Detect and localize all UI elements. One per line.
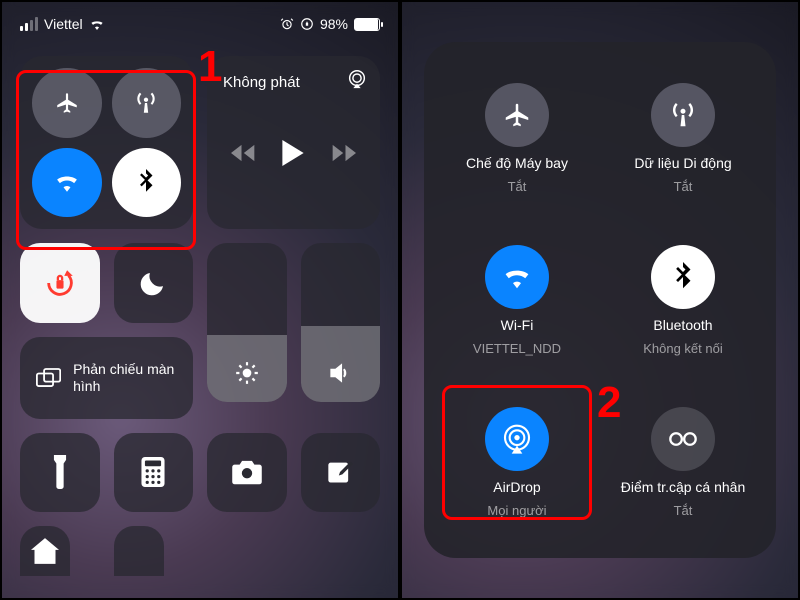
do-not-disturb-tile[interactable] bbox=[114, 243, 194, 323]
airplay-icon[interactable] bbox=[346, 68, 368, 90]
signal-icon bbox=[20, 17, 38, 31]
airplane-mode-toggle[interactable] bbox=[32, 68, 102, 138]
airplane-icon bbox=[54, 90, 80, 116]
control-center-screenshot-1: 1 Viettel 98% bbox=[0, 0, 400, 600]
flashlight-icon bbox=[51, 455, 69, 489]
airplane-mode-item[interactable]: Chế độ Máy bay Tắt bbox=[434, 60, 600, 216]
airplane-status: Tắt bbox=[508, 179, 527, 194]
compose-icon bbox=[326, 458, 354, 486]
hotspot-status: Tắt bbox=[674, 503, 693, 518]
notes-tile[interactable] bbox=[301, 433, 381, 513]
wifi-toggle[interactable] bbox=[32, 148, 102, 218]
speaker-icon bbox=[327, 360, 353, 386]
bluetooth-toggle[interactable] bbox=[112, 148, 182, 218]
hotspot-item[interactable]: Điểm tr.cập cá nhân Tắt bbox=[600, 384, 766, 540]
hotspot-label: Điểm tr.cập cá nhân bbox=[621, 479, 746, 495]
cellular-status: Tắt bbox=[674, 179, 693, 194]
airplane-label: Chế độ Máy bay bbox=[466, 155, 568, 171]
orientation-lock-icon bbox=[43, 266, 77, 300]
bluetooth-status: Không kết nối bbox=[643, 341, 723, 356]
orientation-lock-tile[interactable] bbox=[20, 243, 100, 323]
home-icon bbox=[31, 538, 59, 564]
extra-tile-2[interactable] bbox=[114, 526, 164, 576]
camera-icon bbox=[231, 459, 263, 485]
calculator-tile[interactable] bbox=[114, 433, 194, 513]
airdrop-label: AirDrop bbox=[493, 479, 540, 495]
play-icon[interactable] bbox=[282, 140, 304, 166]
bluetooth-icon bbox=[674, 262, 692, 292]
airdrop-item[interactable]: AirDrop Mọi người bbox=[434, 384, 600, 540]
airdrop-icon bbox=[501, 423, 533, 455]
wifi-label: Wi-Fi bbox=[501, 317, 534, 333]
orientation-lock-icon bbox=[300, 17, 314, 31]
battery-icon bbox=[354, 18, 380, 31]
airdrop-status: Mọi người bbox=[487, 503, 546, 518]
cellular-data-item[interactable]: Dữ liệu Di động Tắt bbox=[600, 60, 766, 216]
home-tile[interactable] bbox=[20, 526, 70, 576]
bluetooth-label: Bluetooth bbox=[653, 317, 712, 333]
status-bar: Viettel 98% bbox=[2, 2, 398, 46]
screen-mirror-icon bbox=[36, 365, 61, 391]
wifi-icon bbox=[54, 172, 80, 192]
hotspot-icon bbox=[668, 429, 698, 449]
cellular-antenna-icon bbox=[133, 90, 159, 116]
brightness-slider[interactable] bbox=[207, 243, 287, 402]
sun-icon bbox=[234, 360, 260, 386]
screen-mirror-label: Phản chiếu màn hình bbox=[73, 361, 177, 395]
battery-pct: 98% bbox=[320, 16, 348, 32]
cellular-data-toggle[interactable] bbox=[112, 68, 182, 138]
cellular-antenna-icon bbox=[668, 100, 698, 130]
rewind-icon[interactable] bbox=[231, 143, 259, 163]
cellular-label: Dữ liệu Di động bbox=[634, 155, 731, 171]
screen-mirroring-tile[interactable]: Phản chiếu màn hình bbox=[20, 337, 193, 419]
wifi-icon bbox=[89, 18, 105, 30]
wifi-item[interactable]: Wi-Fi VIETTEL_NDD bbox=[434, 222, 600, 378]
volume-slider[interactable] bbox=[301, 243, 381, 402]
wifi-icon bbox=[502, 265, 532, 289]
carrier-label: Viettel bbox=[44, 16, 83, 32]
calculator-icon bbox=[141, 457, 165, 487]
moon-icon bbox=[138, 268, 168, 298]
airplane-icon bbox=[502, 100, 532, 130]
connectivity-tile[interactable] bbox=[20, 56, 193, 229]
alarm-icon bbox=[280, 17, 294, 31]
control-center-screenshot-2: 2 Chế độ Máy bay Tắt Dữ liệu Di động Tắt… bbox=[400, 0, 800, 600]
bluetooth-item[interactable]: Bluetooth Không kết nối bbox=[600, 222, 766, 378]
forward-icon[interactable] bbox=[328, 143, 356, 163]
camera-tile[interactable] bbox=[207, 433, 287, 513]
bluetooth-icon bbox=[138, 169, 154, 195]
flashlight-tile[interactable] bbox=[20, 433, 100, 513]
wifi-status: VIETTEL_NDD bbox=[473, 341, 561, 356]
media-tile[interactable]: Không phát bbox=[207, 56, 380, 229]
connectivity-expanded-panel: Chế độ Máy bay Tắt Dữ liệu Di động Tắt W… bbox=[424, 42, 776, 558]
